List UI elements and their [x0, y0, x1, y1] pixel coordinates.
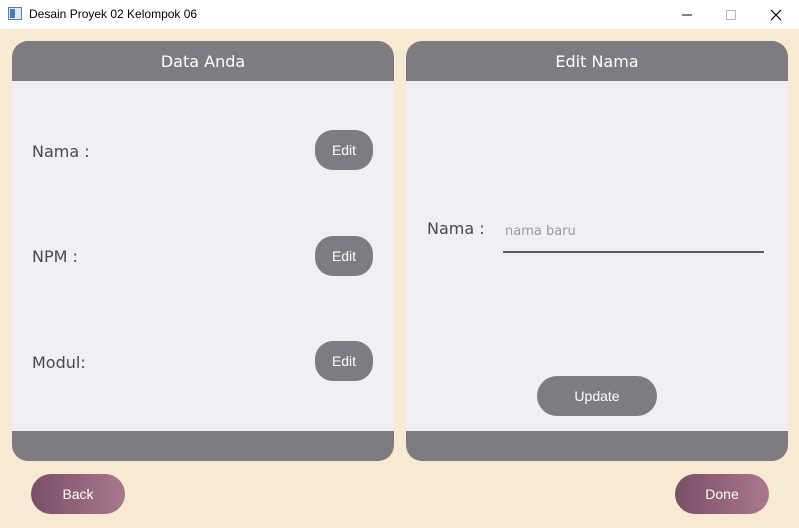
nama-label: Nama : — [32, 142, 90, 161]
done-button[interactable]: Done — [675, 474, 769, 514]
edit-nama-panel: Edit Nama Nama : Update — [406, 41, 788, 461]
edit-npm-button[interactable]: Edit — [315, 236, 373, 276]
update-button[interactable]: Update — [537, 376, 657, 416]
edit-nama-footer — [406, 431, 788, 461]
edit-nama-button[interactable]: Edit — [315, 130, 373, 170]
data-anda-header: Data Anda — [12, 41, 394, 81]
app-window-icon — [8, 7, 22, 20]
back-button[interactable]: Back — [31, 474, 125, 514]
npm-label: NPM : — [32, 247, 78, 266]
edit-modul-button[interactable]: Edit — [315, 341, 373, 381]
close-icon — [770, 9, 782, 20]
new-name-label: Nama : — [427, 219, 485, 238]
close-button[interactable] — [753, 0, 799, 29]
modul-label: Modul: — [32, 353, 86, 372]
window-titlebar: Desain Proyek 02 Kelompok 06 — [0, 0, 799, 29]
edit-nama-header: Edit Nama — [406, 41, 788, 81]
window-title: Desain Proyek 02 Kelompok 06 — [29, 7, 198, 21]
data-anda-panel: Data Anda Nama : Edit NPM : Edit Modul: … — [12, 41, 394, 461]
new-name-input[interactable] — [503, 211, 764, 253]
minimize-button[interactable] — [664, 0, 710, 29]
maximize-button[interactable] — [708, 0, 754, 29]
data-anda-footer — [12, 431, 394, 461]
maximize-icon — [726, 9, 736, 20]
minimize-icon — [682, 14, 692, 15]
